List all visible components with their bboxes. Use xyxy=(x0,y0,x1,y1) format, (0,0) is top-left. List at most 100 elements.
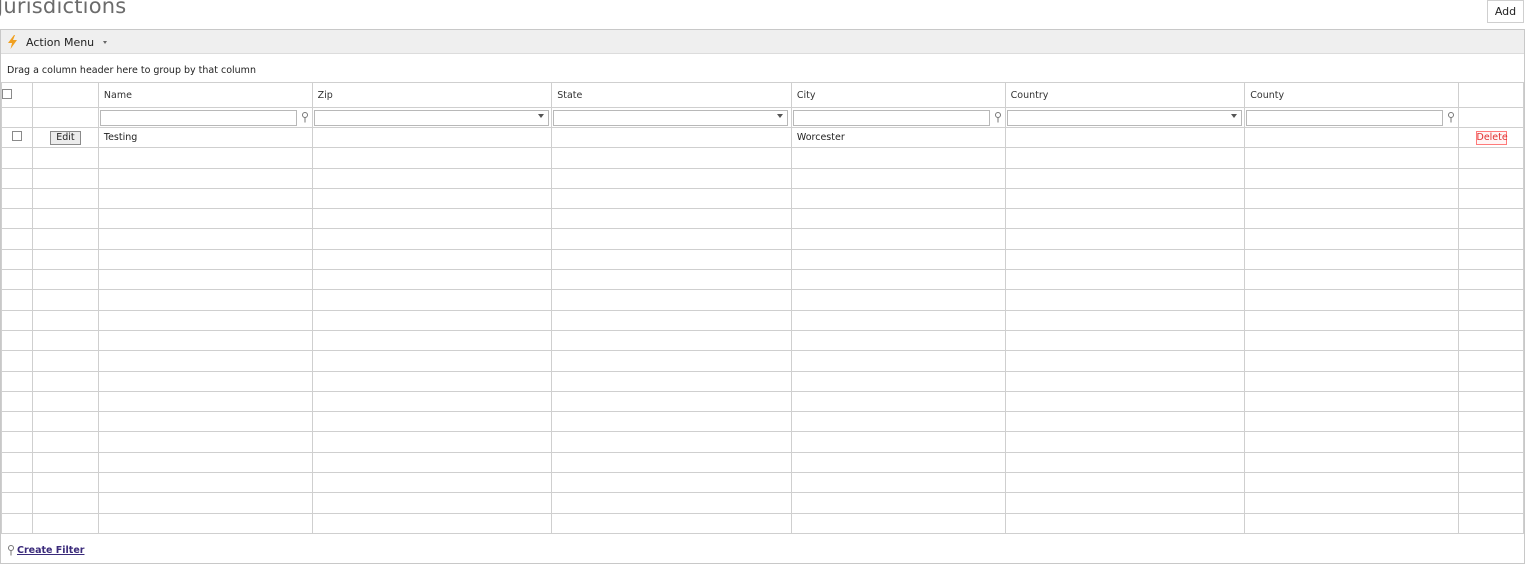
empty-cell xyxy=(1244,228,1459,250)
empty-row xyxy=(1,329,1524,352)
empty-cell xyxy=(311,350,553,372)
empty-cell xyxy=(1,492,33,514)
empty-row xyxy=(1,309,1524,331)
city-filter-input[interactable] xyxy=(792,110,990,126)
group-by-hint: Drag a column header here to group by th… xyxy=(7,65,256,76)
empty-cell xyxy=(790,147,1006,169)
empty-cell xyxy=(551,289,792,311)
empty-cell xyxy=(1458,390,1524,413)
empty-cell xyxy=(97,147,313,169)
empty-cell xyxy=(551,187,792,210)
empty-cell xyxy=(1244,431,1459,453)
empty-cell xyxy=(551,269,792,291)
table-row: Edit Testing Worcester Delete xyxy=(1,126,1524,149)
cell-state xyxy=(551,126,792,149)
empty-cell xyxy=(1458,289,1524,311)
empty-cell xyxy=(31,289,99,311)
empty-cell xyxy=(311,208,553,230)
empty-cell xyxy=(97,492,313,514)
empty-row xyxy=(1,269,1524,291)
zip-filter-dropdown[interactable] xyxy=(313,110,549,126)
select-all-checkbox[interactable] xyxy=(2,88,12,99)
empty-cell xyxy=(790,248,1006,271)
empty-cell xyxy=(311,248,553,271)
column-header-city[interactable]: City xyxy=(790,82,1006,108)
empty-cell xyxy=(551,451,792,474)
empty-cell xyxy=(97,472,313,494)
empty-cell xyxy=(551,208,792,230)
empty-cell xyxy=(1004,451,1246,474)
empty-cell xyxy=(31,329,99,352)
filter-icon[interactable] xyxy=(1447,112,1455,123)
empty-cell xyxy=(31,390,99,413)
empty-cell xyxy=(1458,411,1524,433)
empty-cell xyxy=(31,147,99,169)
empty-row xyxy=(1,370,1524,392)
empty-row xyxy=(1,451,1524,474)
empty-cell xyxy=(31,492,99,514)
empty-cell xyxy=(1,147,33,169)
empty-cell xyxy=(97,248,313,271)
filter-icon[interactable] xyxy=(994,112,1002,123)
empty-cell xyxy=(1458,269,1524,291)
add-button[interactable]: Add xyxy=(1487,0,1524,23)
empty-cell xyxy=(1458,492,1524,514)
empty-cell xyxy=(311,147,553,169)
empty-cell xyxy=(1244,390,1459,413)
lightning-icon xyxy=(8,35,17,49)
filter-cell-zip xyxy=(311,107,553,128)
grid-footer: Create Filter xyxy=(7,545,84,556)
empty-row xyxy=(1,289,1524,311)
empty-cell xyxy=(311,309,553,331)
edit-button[interactable]: Edit xyxy=(49,130,81,145)
empty-cell xyxy=(790,492,1006,514)
edit-column-header xyxy=(31,82,99,108)
empty-cell xyxy=(31,411,99,433)
empty-cell xyxy=(311,431,553,453)
empty-cell xyxy=(1004,228,1246,250)
header-row: Name Zip State City Country County xyxy=(1,82,1524,108)
empty-cell xyxy=(551,329,792,352)
chevron-down-icon[interactable] xyxy=(1230,114,1237,118)
empty-cell xyxy=(1244,187,1459,210)
empty-cell xyxy=(1,248,33,271)
empty-row xyxy=(1,411,1524,433)
empty-cell xyxy=(1,451,33,474)
empty-row xyxy=(1,492,1524,514)
country-filter-dropdown[interactable] xyxy=(1006,110,1242,126)
cell-county xyxy=(1244,126,1459,149)
empty-cell xyxy=(1004,411,1246,433)
empty-cell xyxy=(97,167,313,189)
empty-cell xyxy=(1458,512,1524,534)
empty-cell xyxy=(551,390,792,413)
filter-icon[interactable] xyxy=(301,112,309,123)
empty-cell xyxy=(97,187,313,210)
row-checkbox[interactable] xyxy=(11,131,22,142)
column-header-county[interactable]: County xyxy=(1244,82,1459,108)
delete-button[interactable]: Delete xyxy=(1475,130,1508,145)
empty-cell xyxy=(1004,147,1246,169)
column-header-name[interactable]: Name xyxy=(97,82,313,108)
empty-cell xyxy=(311,329,553,352)
empty-cell xyxy=(1458,472,1524,494)
column-header-state[interactable]: State xyxy=(551,82,792,108)
chevron-down-icon[interactable] xyxy=(777,114,784,118)
empty-cell xyxy=(97,208,313,230)
empty-cell xyxy=(1458,167,1524,189)
create-filter-link[interactable]: Create Filter xyxy=(17,545,84,556)
empty-cell xyxy=(97,329,313,352)
empty-cell xyxy=(1244,269,1459,291)
state-filter-dropdown[interactable] xyxy=(553,110,789,126)
column-header-country[interactable]: Country xyxy=(1004,82,1246,108)
empty-row xyxy=(1,512,1524,534)
empty-row xyxy=(1,167,1524,189)
empty-cell xyxy=(1,329,33,352)
county-filter-input[interactable] xyxy=(1246,110,1444,126)
empty-row xyxy=(1,350,1524,372)
column-header-zip[interactable]: Zip xyxy=(311,82,553,108)
chevron-down-icon[interactable] xyxy=(537,114,544,118)
empty-cell xyxy=(1458,187,1524,210)
action-menu[interactable]: Action Menu xyxy=(7,34,108,50)
empty-cell xyxy=(551,167,792,189)
name-filter-input[interactable] xyxy=(99,110,297,126)
